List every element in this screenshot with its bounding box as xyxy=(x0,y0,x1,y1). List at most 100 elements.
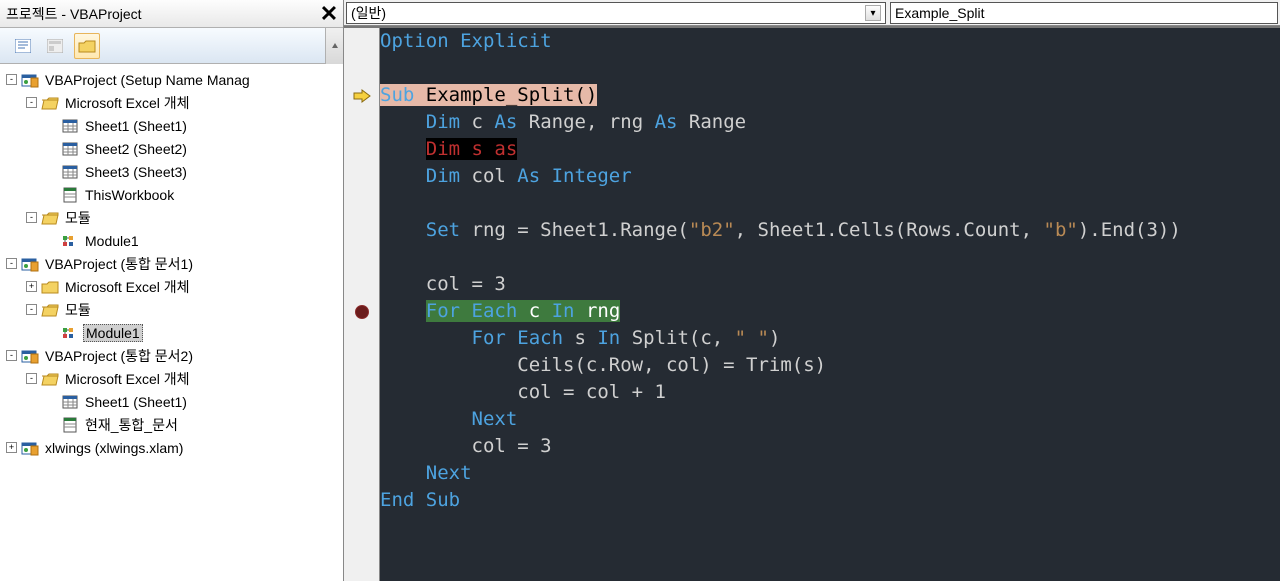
tree-node[interactable]: Module1 xyxy=(0,229,343,252)
gutter-row[interactable] xyxy=(344,163,379,190)
collapse-icon[interactable]: - xyxy=(6,258,17,269)
code-lines[interactable]: Option Explicit Sub Example_Split() Dim c… xyxy=(380,28,1280,581)
tree-node-label: Microsoft Excel 개체 xyxy=(63,93,192,113)
expand-icon[interactable]: + xyxy=(26,281,37,292)
tree-node-label: 모듈 xyxy=(63,300,93,320)
code-line[interactable]: Dim s as xyxy=(380,136,1280,163)
tree-node[interactable]: 현재_통합_문서 xyxy=(0,413,343,436)
project-explorer-titlebar: 프로젝트 - VBAProject ✕ xyxy=(0,0,343,28)
folder-open-icon xyxy=(41,370,59,388)
tree-node[interactable]: Sheet3 (Sheet3) xyxy=(0,160,343,183)
gutter-row[interactable] xyxy=(344,433,379,460)
tree-node-label: 현재_통합_문서 xyxy=(83,415,180,435)
gutter-row[interactable] xyxy=(344,406,379,433)
tree-node[interactable]: -모듈 xyxy=(0,206,343,229)
sheet-icon xyxy=(61,163,79,181)
tree-node-label: Module1 xyxy=(83,324,143,342)
tree-node[interactable]: - VBAProject (통합 문서2) xyxy=(0,344,343,367)
gutter-row[interactable] xyxy=(344,298,379,325)
tree-node[interactable]: - Microsoft Excel 개체 xyxy=(0,91,343,114)
scrollbar-up-button[interactable] xyxy=(325,28,343,64)
collapse-icon[interactable]: - xyxy=(6,74,17,85)
code-line[interactable]: Sub Example_Split() xyxy=(380,82,1280,109)
collapse-icon[interactable]: - xyxy=(26,212,37,223)
project-explorer-panel: 프로젝트 - VBAProject ✕ -VBAProject (Setup N… xyxy=(0,0,344,581)
tree-node[interactable]: - 모듈 xyxy=(0,298,343,321)
code-line[interactable]: Next xyxy=(380,406,1280,433)
tree-node-label: Sheet3 (Sheet3) xyxy=(83,164,189,180)
code-line[interactable]: col = col + 1 xyxy=(380,379,1280,406)
procedure-combo[interactable]: Example_Split xyxy=(890,2,1278,24)
gutter-row[interactable] xyxy=(344,82,379,109)
object-combo[interactable]: (일반) ▾ xyxy=(346,2,886,24)
code-line[interactable]: End Sub xyxy=(380,487,1280,514)
tree-node[interactable]: Module1 xyxy=(0,321,343,344)
sheet-icon xyxy=(61,140,79,158)
tree-node[interactable]: -VBAProject (통합 문서1) xyxy=(0,252,343,275)
tree-node[interactable]: +xlwings (xlwings.xlam) xyxy=(0,436,343,459)
expand-icon[interactable]: + xyxy=(6,442,17,453)
workbook-icon xyxy=(61,416,79,434)
view-object-button[interactable] xyxy=(42,33,68,59)
gutter-row[interactable] xyxy=(344,352,379,379)
execution-pointer-icon xyxy=(353,89,371,103)
project-explorer-title: 프로젝트 - VBAProject xyxy=(6,4,315,24)
code-gutter[interactable] xyxy=(344,28,380,581)
gutter-row[interactable] xyxy=(344,136,379,163)
tree-node[interactable]: -VBAProject (Setup Name Manag xyxy=(0,68,343,91)
toggle-folders-button[interactable] xyxy=(74,33,100,59)
vba-project-icon xyxy=(21,255,39,273)
code-line[interactable]: Option Explicit xyxy=(380,28,1280,55)
view-code-button[interactable] xyxy=(10,33,36,59)
vba-project-icon xyxy=(21,439,39,457)
tree-node[interactable]: + Microsoft Excel 개체 xyxy=(0,275,343,298)
collapse-icon[interactable]: - xyxy=(26,373,37,384)
gutter-row[interactable] xyxy=(344,55,379,82)
code-line[interactable]: Dim c As Range, rng As Range xyxy=(380,109,1280,136)
gutter-row[interactable] xyxy=(344,109,379,136)
collapse-icon[interactable]: - xyxy=(26,304,37,315)
code-line[interactable]: For Each c In rng xyxy=(380,298,1280,325)
gutter-row[interactable] xyxy=(344,271,379,298)
code-line[interactable]: Set rng = Sheet1.Range("b2", Sheet1.Cell… xyxy=(380,217,1280,244)
vba-project-icon xyxy=(21,71,39,89)
folder-open-icon xyxy=(41,209,59,227)
gutter-row[interactable] xyxy=(344,217,379,244)
code-line[interactable]: Dim col As Integer xyxy=(380,163,1280,190)
tree-node[interactable]: Sheet1 (Sheet1) xyxy=(0,390,343,413)
procedure-combo-value: Example_Split xyxy=(895,5,1273,21)
vba-project-icon xyxy=(21,347,39,365)
workbook-icon xyxy=(61,186,79,204)
project-tree[interactable]: -VBAProject (Setup Name Manag-Microsoft … xyxy=(0,64,343,581)
tree-node-label: Microsoft Excel 개체 xyxy=(63,277,192,297)
tree-node[interactable]: -Microsoft Excel 개체 xyxy=(0,367,343,390)
tree-node-label: VBAProject (통합 문서2) xyxy=(43,346,195,366)
tree-node[interactable]: Sheet2 (Sheet2) xyxy=(0,137,343,160)
code-line[interactable] xyxy=(380,190,1280,217)
code-editor[interactable]: Option Explicit Sub Example_Split() Dim c… xyxy=(344,26,1280,581)
gutter-row[interactable] xyxy=(344,487,379,514)
code-editor-area: (일반) ▾ Example_Split Option Explicit Sub … xyxy=(344,0,1280,581)
gutter-row[interactable] xyxy=(344,190,379,217)
code-line[interactable] xyxy=(380,244,1280,271)
collapse-icon[interactable]: - xyxy=(26,97,37,108)
code-line[interactable] xyxy=(380,55,1280,82)
close-icon[interactable]: ✕ xyxy=(315,0,343,28)
gutter-row[interactable] xyxy=(344,28,379,55)
gutter-row[interactable] xyxy=(344,325,379,352)
folder-open-icon xyxy=(41,301,59,319)
tree-node[interactable]: ThisWorkbook xyxy=(0,183,343,206)
code-line[interactable]: Ceils(c.Row, col) = Trim(s) xyxy=(380,352,1280,379)
tree-node[interactable]: Sheet1 (Sheet1) xyxy=(0,114,343,137)
collapse-icon[interactable]: - xyxy=(6,350,17,361)
code-line[interactable]: For Each s In Split(c, " ") xyxy=(380,325,1280,352)
code-line[interactable]: Next xyxy=(380,460,1280,487)
sheet-icon xyxy=(61,117,79,135)
tree-node-label: Sheet1 (Sheet1) xyxy=(83,118,189,134)
code-line[interactable]: col = 3 xyxy=(380,271,1280,298)
gutter-row[interactable] xyxy=(344,460,379,487)
gutter-row[interactable] xyxy=(344,244,379,271)
code-line[interactable]: col = 3 xyxy=(380,433,1280,460)
gutter-row[interactable] xyxy=(344,379,379,406)
chevron-down-icon[interactable]: ▾ xyxy=(865,5,881,21)
